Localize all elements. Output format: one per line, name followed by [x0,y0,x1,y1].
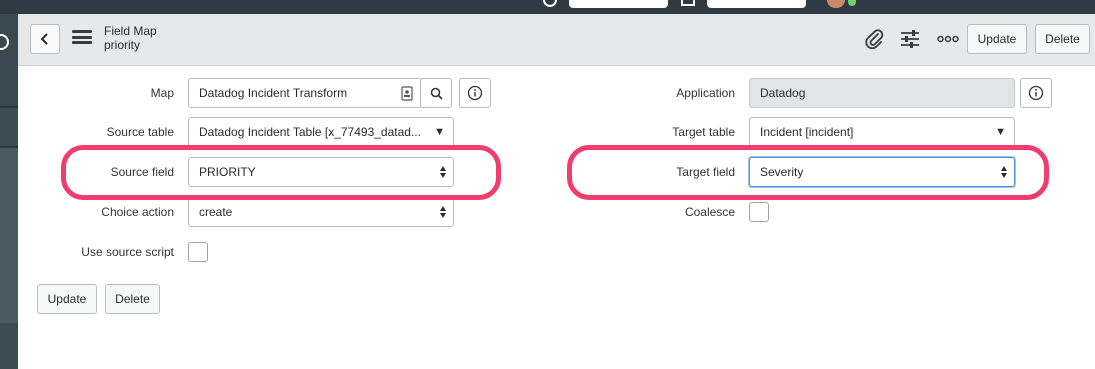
application-value: Datadog [760,86,806,100]
application-label: Application [676,86,735,100]
choice-action-label: Choice action [101,205,174,219]
target-table-label: Target table [672,125,735,139]
info-icon [1028,85,1044,101]
map-label: Map [150,86,174,100]
scope-icon[interactable] [681,0,695,6]
reference-card-icon[interactable] [401,86,413,101]
info-icon [467,85,483,101]
source-field-highlight [61,145,501,200]
coalesce-label: Coalesce [684,205,735,219]
choice-action-select[interactable]: create [188,197,454,227]
left-nav-divider [0,106,18,108]
source-table-label: Source table [106,125,174,139]
application-info-button[interactable] [1020,78,1052,108]
more-icon[interactable] [935,26,961,52]
paperclip-icon[interactable] [861,26,887,52]
map-lookup-button[interactable] [420,78,452,108]
update-button[interactable]: Update [967,24,1027,54]
chevron-left-icon [40,33,48,45]
search-icon [430,87,443,100]
caret-down-icon: ▼ [434,126,445,138]
updown-arrows-icon [440,206,446,218]
target-table-select[interactable]: Incident [incident] ▼ [749,117,1015,147]
delete-button[interactable]: Delete [105,284,160,314]
top-app-bar [0,0,1095,14]
hamburger-icon[interactable] [72,28,92,46]
page-subtitle: priority [104,38,141,52]
sliders-icon[interactable] [897,26,923,52]
application-field: Datadog [749,78,1015,108]
top-bar-control[interactable] [569,0,668,8]
form-header: Field Map priority Update Delete [18,14,1095,66]
coalesce-checkbox[interactable] [749,202,769,222]
presence-dot-icon [848,0,856,6]
source-table-select[interactable]: Datadog Incident Table [x_77493_datad...… [188,117,454,147]
use-source-script-checkbox[interactable] [188,242,208,262]
back-button[interactable] [30,24,60,54]
target-field-highlight [567,145,1049,200]
map-field[interactable]: Datadog Incident Transform [188,78,422,108]
use-source-script-label: Use source script [81,245,174,259]
delete-button[interactable]: Delete [1035,24,1090,54]
map-info-button[interactable] [459,78,491,108]
caret-down-icon: ▼ [995,126,1006,138]
page-title: Field Map [104,24,157,38]
source-table-value: Datadog Incident Table [x_77493_datad... [199,125,421,139]
top-bar-control[interactable] [707,0,806,8]
globe-icon[interactable] [543,0,557,7]
update-button[interactable]: Update [37,284,97,314]
title-block: Field Map priority [104,24,157,52]
avatar[interactable] [827,0,845,8]
map-value: Datadog Incident Transform [199,86,348,100]
target-table-value: Incident [incident] [760,125,854,139]
left-nav-section [0,148,18,323]
left-nav-upper [0,14,18,106]
left-nav [0,14,18,369]
choice-action-value: create [199,205,233,219]
